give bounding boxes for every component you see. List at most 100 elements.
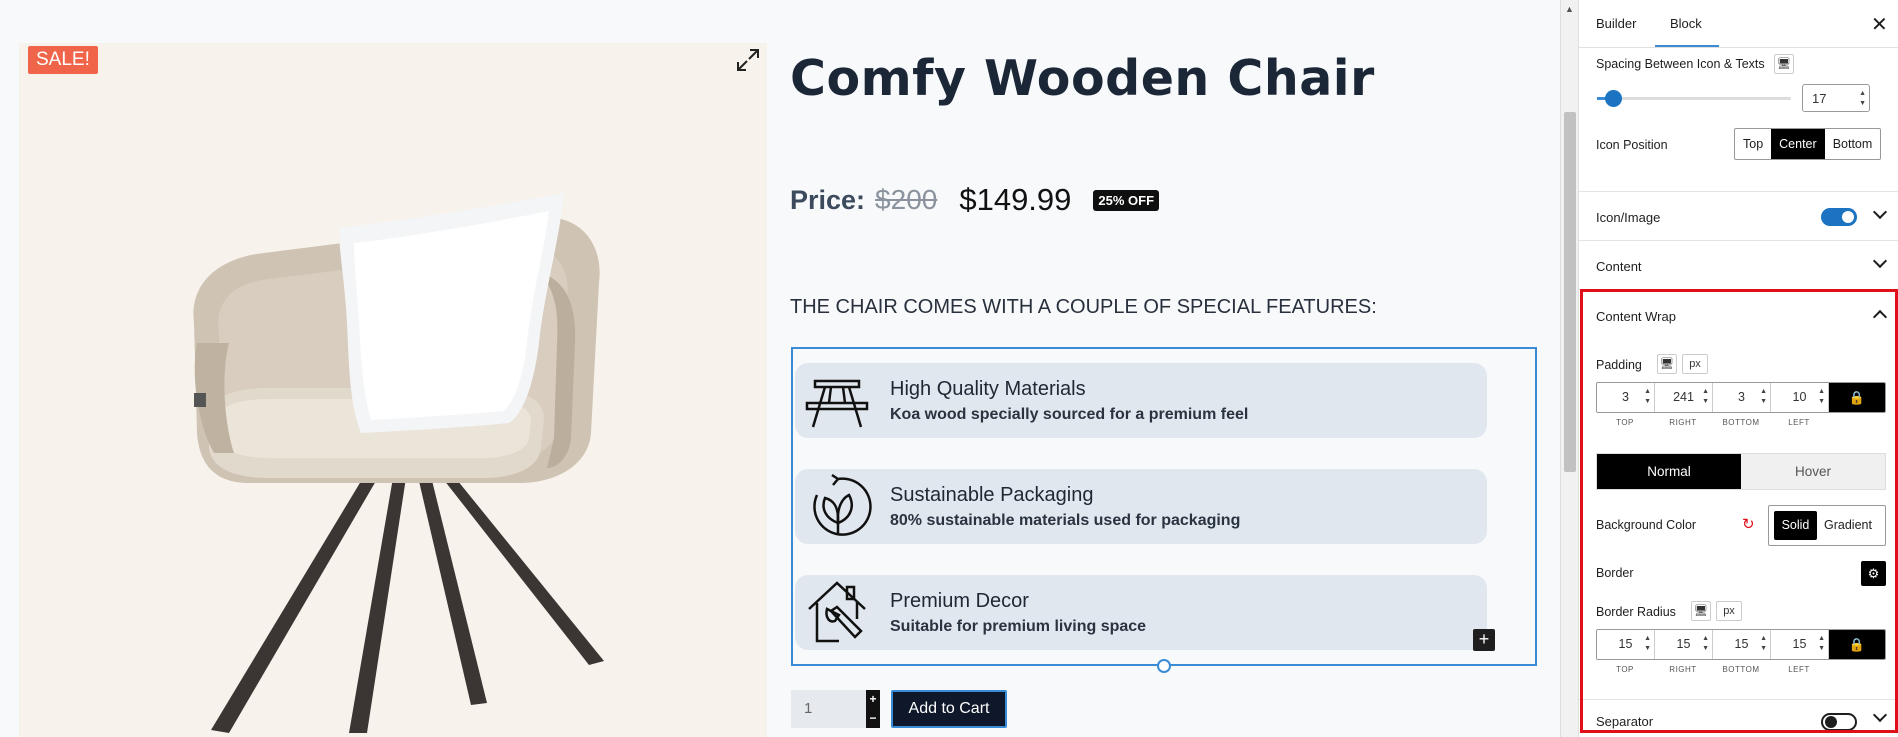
sliders-icon[interactable]: ⚙ [1861, 561, 1886, 586]
quantity-stepper[interactable]: + − [866, 690, 880, 728]
product-title: Comfy Wooden Chair [790, 50, 1375, 107]
editor-canvas: SALE! Comfy Wooden Chair Price: $200 $14… [0, 0, 1560, 737]
icon-image-toggle[interactable] [1821, 208, 1857, 226]
section-title[interactable]: Content Wrap [1596, 309, 1676, 324]
bg-type-solid[interactable]: Solid [1774, 511, 1817, 540]
increment-icon[interactable]: + [866, 690, 880, 709]
radius-top-input[interactable]: 15 ▲ ▼ [1597, 630, 1655, 659]
spacing-input[interactable]: 17 ▲ ▼ [1802, 84, 1870, 112]
feature-desc: Suitable for premium living space [890, 618, 1147, 635]
chevron-down-icon[interactable] [1872, 707, 1888, 723]
tab-block[interactable]: Block [1670, 16, 1702, 31]
feature-item[interactable]: Sustainable Packaging 80% sustainable ma… [795, 469, 1487, 544]
border-radius-inputs[interactable]: 15 ▲ ▼ 15 ▲ ▼ 15 ▲ ▼ 15 ▲ ▼ 🔒 [1596, 629, 1886, 660]
spacing-label: Spacing Between Icon & Texts [1596, 57, 1765, 71]
desktop-icon[interactable]: 🖥 [1657, 354, 1677, 374]
border-label: Border [1596, 566, 1634, 580]
side-label: RIGHT [1669, 418, 1697, 427]
icon-position-top[interactable]: Top [1735, 129, 1771, 159]
padding-left-input[interactable]: 10 ▲ ▼ [1771, 383, 1829, 412]
decrement-icon[interactable]: − [866, 709, 880, 728]
chevron-down-icon[interactable] [1872, 204, 1888, 220]
feature-item[interactable]: Premium Decor Suitable for premium livin… [795, 575, 1487, 650]
active-tab-indicator [1655, 45, 1719, 47]
quantity-input[interactable]: 1 [791, 690, 866, 728]
canvas-scrollbar[interactable]: ▲ [1560, 0, 1578, 737]
state-hover-tab[interactable]: Hover [1741, 454, 1885, 489]
side-label: TOP [1616, 418, 1634, 427]
bg-type-control[interactable]: Solid Gradient [1768, 505, 1886, 546]
bg-color-label: Background Color [1596, 518, 1697, 532]
border-radius-label: Border Radius [1596, 605, 1676, 619]
section-title: Content [1596, 259, 1642, 274]
side-label: LEFT [1788, 418, 1810, 427]
side-label: BOTTOM [1722, 665, 1760, 674]
section-title: Icon/Image [1596, 210, 1661, 225]
add-to-cart-button[interactable]: Add to Cart [891, 690, 1007, 728]
scroll-up-icon[interactable]: ▲ [1565, 4, 1574, 14]
feature-desc: Koa wood specially sourced for a premium… [890, 406, 1249, 423]
side-label: LEFT [1788, 665, 1810, 674]
separator-toggle[interactable] [1821, 713, 1857, 731]
panel-tabs: Builder Block ✕ [1579, 0, 1898, 48]
feature-title: Sustainable Packaging [890, 484, 1094, 506]
radius-right-input[interactable]: 15 ▲ ▼ [1655, 630, 1713, 659]
spacing-slider-thumb[interactable] [1605, 90, 1622, 107]
state-normal-tab[interactable]: Normal [1597, 454, 1741, 489]
feature-title: High Quality Materials [890, 378, 1086, 400]
sale-badge: SALE! [28, 46, 98, 74]
icon-position-control[interactable]: Top Center Bottom [1734, 128, 1882, 160]
section-icon-image[interactable]: Icon/Image [1579, 191, 1898, 240]
padding-inputs[interactable]: 3 ▲ ▼ 241 ▲ ▼ 3 ▲ ▼ 10 ▲ ▼ 🔒 [1596, 382, 1886, 413]
feature-item[interactable]: High Quality Materials Koa wood speciall… [795, 363, 1487, 438]
desktop-icon[interactable]: 🖥 [1691, 601, 1711, 621]
bg-type-gradient[interactable]: Gradient [1824, 511, 1872, 540]
price-old: $200 [875, 184, 938, 215]
section-content[interactable]: Content [1579, 240, 1898, 289]
side-label: RIGHT [1669, 665, 1697, 674]
close-icon[interactable]: ✕ [1871, 12, 1888, 37]
scrollbar-thumb[interactable] [1564, 112, 1576, 472]
price-new: $149.99 [959, 182, 1072, 217]
padding-right-input[interactable]: 241 ▲ ▼ [1655, 383, 1713, 412]
desktop-icon[interactable]: 🖥 [1774, 54, 1794, 74]
icon-position-bottom[interactable]: Bottom [1825, 129, 1881, 159]
padding-bottom-input[interactable]: 3 ▲ ▼ [1713, 383, 1771, 412]
settings-panel: Builder Block ✕ Spacing Between Icon & T… [1578, 0, 1898, 737]
reset-icon[interactable]: ↻ [1742, 515, 1755, 533]
lock-icon[interactable]: 🔒 [1829, 630, 1885, 659]
chair-tag [194, 393, 206, 407]
spin-up-icon[interactable]: ▲ [1859, 90, 1866, 98]
spin-down-icon[interactable]: ▼ [1859, 100, 1866, 108]
unit-selector[interactable]: px [1682, 354, 1708, 374]
spacing-value: 17 [1812, 91, 1827, 106]
leaf-recycle-icon [803, 473, 873, 541]
spacing-slider-track[interactable] [1597, 97, 1791, 100]
tab-builder[interactable]: Builder [1596, 16, 1636, 31]
add-block-button[interactable]: + [1473, 629, 1495, 651]
price-row: Price: $200 $149.99 25% OFF [790, 182, 1160, 218]
expand-icon[interactable] [736, 48, 760, 72]
chevron-up-icon[interactable] [1872, 309, 1888, 325]
radius-left-input[interactable]: 15 ▲ ▼ [1771, 630, 1829, 659]
section-separator[interactable]: Separator [1579, 699, 1898, 737]
unit-selector[interactable]: px [1716, 601, 1742, 621]
side-label: TOP [1616, 665, 1634, 674]
radius-bottom-input[interactable]: 15 ▲ ▼ [1713, 630, 1771, 659]
info-box-block[interactable]: High Quality Materials Koa wood speciall… [791, 347, 1537, 666]
price-label: Price: [790, 184, 866, 215]
icon-position-center[interactable]: Center [1771, 129, 1825, 159]
section-title: Separator [1596, 714, 1654, 729]
padding-label: Padding [1596, 358, 1642, 372]
chair-illustration [193, 193, 604, 733]
side-label: BOTTOM [1722, 418, 1760, 427]
house-brush-icon [803, 579, 873, 647]
product-image[interactable] [19, 43, 767, 737]
padding-top-input[interactable]: 3 ▲ ▼ [1597, 383, 1655, 412]
feature-desc: 80% sustainable materials used for packa… [890, 512, 1241, 529]
icon-position-label: Icon Position [1596, 138, 1668, 152]
resize-handle[interactable] [1157, 659, 1171, 673]
lock-icon[interactable]: 🔒 [1829, 383, 1885, 412]
state-tabs[interactable]: Normal Hover [1596, 453, 1886, 490]
chevron-down-icon[interactable] [1872, 253, 1888, 269]
